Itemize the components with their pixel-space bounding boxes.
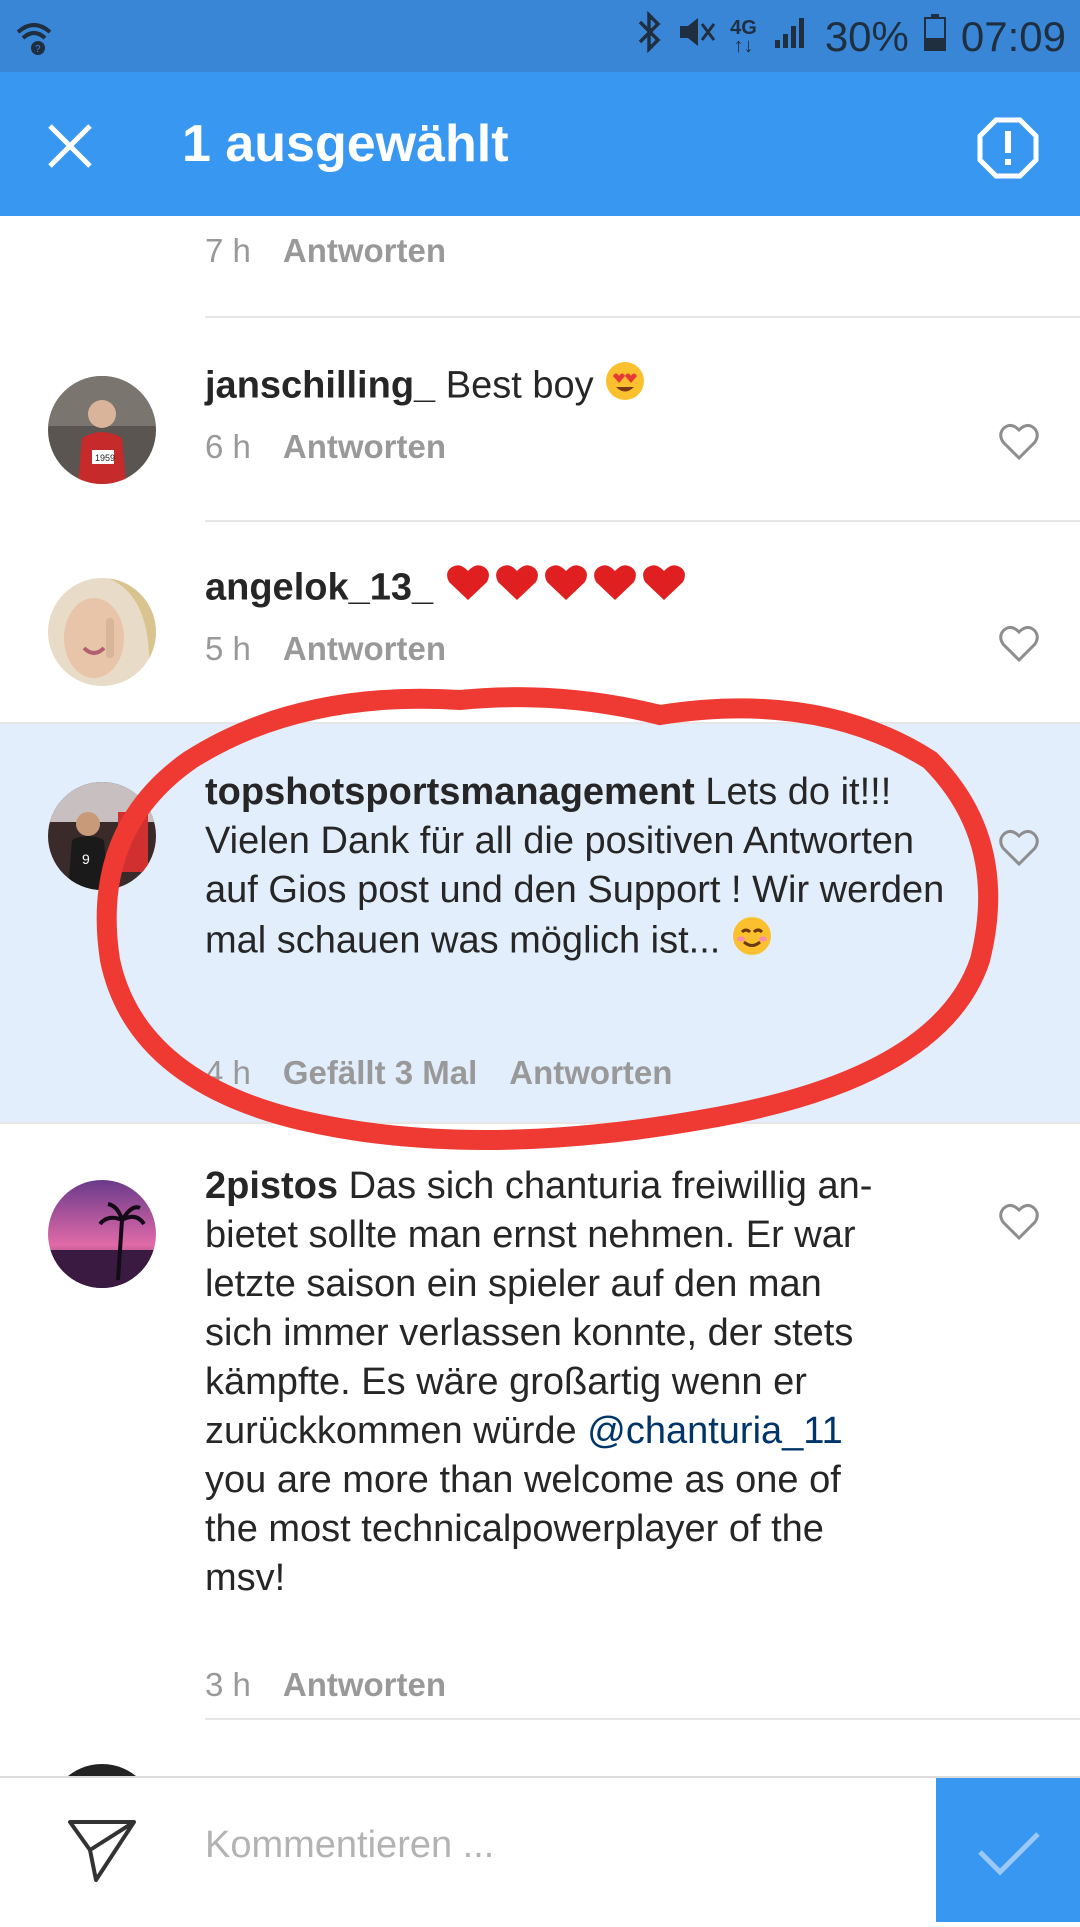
smiling-emoji bbox=[731, 915, 773, 970]
post-comment-button[interactable] bbox=[936, 1778, 1080, 1922]
reply-button[interactable]: Antworten bbox=[283, 428, 446, 466]
comment-text-line: kämpfte. Es wäre großartig wenn er bbox=[205, 1361, 807, 1403]
list-item: angelok_13_ 5 h Antworten bbox=[0, 522, 1080, 722]
battery-icon bbox=[923, 12, 947, 62]
clock: 07:09 bbox=[960, 13, 1066, 60]
selected-comment[interactable]: 9 topshotsportsmanagement Lets do it!!! … bbox=[0, 724, 1080, 1122]
status-bar: ? 4G ↑↓ 30% 07:09 bbox=[0, 0, 1080, 72]
comment-time: 6 h bbox=[205, 428, 251, 465]
like-heart-icon[interactable] bbox=[998, 624, 1040, 664]
comment-text-line: you are more than welcome as one of bbox=[205, 1459, 841, 1501]
comment-text-line: msv! bbox=[205, 1557, 286, 1599]
comment-username[interactable]: 2pistos bbox=[205, 1165, 338, 1207]
list-item: 2pistos Das sich chanturia freiwillig an… bbox=[0, 1124, 1080, 1722]
checkmark-icon bbox=[978, 1832, 1040, 1876]
comment-text-line: letzte saison ein spieler auf den man bbox=[205, 1263, 822, 1305]
avatar[interactable]: 9 bbox=[48, 782, 156, 890]
avatar[interactable]: 1959 bbox=[48, 376, 156, 484]
reply-button[interactable]: Antworten bbox=[283, 630, 446, 668]
comment-composer: Kommentieren ... bbox=[0, 1776, 1080, 1922]
comment-username[interactable]: janschilling_ bbox=[205, 365, 435, 407]
svg-text:9: 9 bbox=[82, 851, 90, 867]
reply-button[interactable]: Antworten bbox=[283, 1666, 446, 1704]
avatar[interactable] bbox=[48, 1764, 156, 1776]
comment-time: 5 h bbox=[205, 630, 251, 667]
user-mention-link[interactable]: @chanturia_11 bbox=[587, 1410, 842, 1452]
network-type-icon: 4G ↑↓ bbox=[730, 17, 757, 57]
comment-username[interactable]: angelok_13_ bbox=[205, 567, 433, 609]
comment-text-line: Das sich chanturia freiwillig an- bbox=[348, 1165, 873, 1207]
svg-text:1959: 1959 bbox=[95, 453, 115, 463]
comment-time: 4 h bbox=[205, 1054, 251, 1091]
battery-percent: 30% bbox=[824, 13, 909, 60]
signal-icon bbox=[771, 12, 811, 62]
comment-username[interactable]: topshotsportsmanagement bbox=[205, 771, 695, 813]
comment-text-line: sich immer verlassen konnte, der stets bbox=[205, 1312, 854, 1354]
like-heart-icon[interactable] bbox=[998, 422, 1040, 462]
comment-time: 3 h bbox=[205, 1666, 251, 1703]
comment-text-line: bietet sollte man ernst nehmen. Er war bbox=[205, 1214, 856, 1256]
mute-icon bbox=[676, 12, 716, 62]
avatar[interactable] bbox=[48, 578, 156, 686]
list-item bbox=[0, 1720, 1080, 1776]
list-item: 1959 janschilling_ Best boy 6 h Antworte… bbox=[0, 318, 1080, 520]
wifi-icon: ? bbox=[14, 16, 54, 61]
comment-input[interactable]: Kommentieren ... bbox=[205, 1824, 494, 1867]
comment-list: 7 h Antworten 1959 janschilling_ Best bo… bbox=[0, 216, 1080, 1776]
reply-button[interactable]: Antworten bbox=[283, 232, 446, 270]
comment-text-line: the most technicalpowerplayer of the bbox=[205, 1508, 824, 1550]
page-title: 1 ausgewählt bbox=[182, 115, 509, 173]
svg-text:?: ? bbox=[35, 44, 41, 55]
comment-text-line: zurückkommen würde bbox=[205, 1410, 577, 1452]
like-heart-icon[interactable] bbox=[998, 1202, 1040, 1242]
avatar[interactable] bbox=[48, 1180, 156, 1288]
report-icon[interactable] bbox=[976, 116, 1040, 180]
selection-app-bar: 1 ausgewählt bbox=[0, 72, 1080, 216]
direct-share-icon[interactable] bbox=[66, 1816, 138, 1884]
like-heart-icon[interactable] bbox=[998, 828, 1040, 868]
comment-time: 7 h bbox=[205, 232, 251, 269]
likes-count-link[interactable]: Gefällt 3 Mal bbox=[283, 1054, 477, 1092]
close-icon[interactable] bbox=[40, 116, 100, 176]
bluetooth-icon bbox=[636, 10, 662, 64]
list-item: 7 h Antworten bbox=[0, 216, 1080, 316]
reply-button[interactable]: Antworten bbox=[509, 1054, 672, 1092]
hearts-emoji bbox=[444, 562, 690, 617]
heart-eyes-emoji bbox=[604, 360, 646, 415]
comment-text: Best boy bbox=[445, 364, 594, 407]
